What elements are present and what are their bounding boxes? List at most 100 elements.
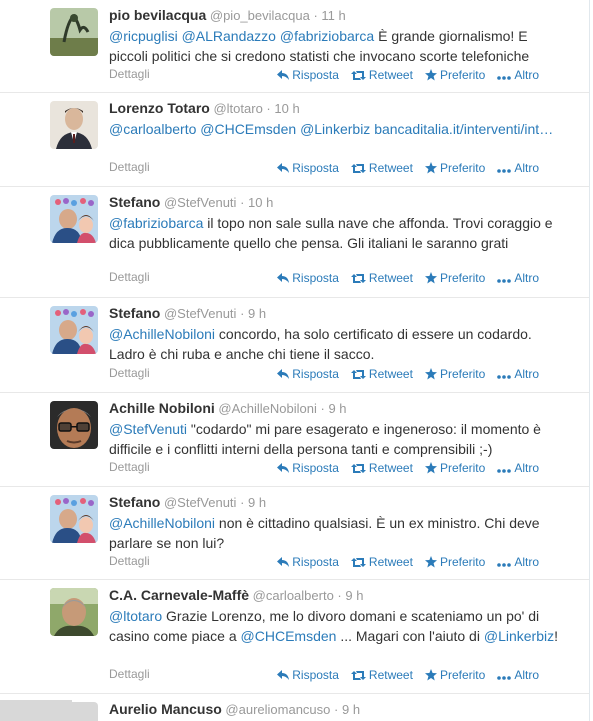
retweet-label: Retweet — [368, 68, 413, 82]
mention-link[interactable]: @ltotaro — [109, 608, 162, 624]
tweet[interactable]: Lorenzo Totaro @ltotaro · 10 h @carloalbe… — [0, 93, 589, 187]
tweet-fullname[interactable]: pio bevilacqua — [109, 7, 206, 23]
tweet-timestamp[interactable]: 11 h — [321, 8, 345, 23]
mention-link[interactable]: @StefVenuti — [109, 421, 187, 437]
tweet-username[interactable]: @StefVenuti — [164, 306, 236, 321]
tweet-fullname[interactable]: Achille Nobiloni — [109, 400, 215, 416]
more-button[interactable]: Altro — [497, 367, 539, 381]
more-button[interactable]: Altro — [497, 161, 539, 175]
tweet-timestamp[interactable]: 9 h — [248, 495, 266, 510]
tweet-timestamp[interactable]: 9 h — [345, 588, 363, 603]
mention-link[interactable]: @CHCEmsden — [200, 121, 296, 137]
favorite-button[interactable]: Preferito — [424, 461, 485, 475]
mention-link[interactable]: @ricpuglisi — [109, 28, 178, 44]
tweet-username[interactable]: @ltotaro — [213, 101, 262, 116]
mention-link[interactable]: @carloalberto — [109, 121, 196, 137]
avatar[interactable] — [50, 101, 98, 149]
details-link[interactable]: Dettagli — [109, 270, 150, 284]
avatar[interactable] — [50, 401, 98, 449]
more-button[interactable]: Altro — [497, 668, 539, 682]
retweet-icon — [350, 68, 369, 82]
tweet-content: C.A. Carnevale-Maffè @carloalberto · 9 h… — [109, 586, 569, 646]
tweet[interactable]: C.A. Carnevale-Maffè @carloalberto · 9 h… — [0, 580, 589, 694]
tweet-fullname[interactable]: C.A. Carnevale-Maffè — [109, 587, 249, 603]
reply-button[interactable]: Risposta — [277, 461, 339, 475]
details-link[interactable]: Dettagli — [109, 460, 150, 474]
retweet-button[interactable]: Retweet — [350, 161, 413, 175]
mention-link[interactable]: @AchilleNobiloni — [109, 515, 215, 531]
favorite-label: Preferito — [439, 367, 486, 381]
tweet[interactable]: Stefano @StefVenuti · 9 h @AchilleNobilon… — [0, 487, 589, 580]
retweet-icon — [350, 668, 369, 682]
avatar[interactable] — [50, 306, 98, 354]
star-icon — [424, 271, 440, 285]
tweet[interactable]: Achille Nobiloni @AchilleNobiloni · 9 h @… — [0, 393, 589, 487]
details-link[interactable]: Dettagli — [109, 667, 150, 681]
mention-link[interactable]: @Linkerbiz — [300, 121, 370, 137]
reply-button[interactable]: Risposta — [277, 161, 339, 175]
favorite-button[interactable]: Preferito — [424, 271, 485, 285]
tweet-header: Aurelio Mancuso @aureliomancuso · 9 h — [109, 700, 569, 719]
tweet-username[interactable]: @carloalberto — [253, 588, 334, 603]
avatar[interactable] — [50, 588, 98, 636]
tweet-fullname[interactable]: Stefano — [109, 494, 160, 510]
tweet-username[interactable]: @StefVenuti — [164, 195, 236, 210]
tweet-username[interactable]: @aureliomancuso — [225, 702, 330, 717]
reply-button[interactable]: Risposta — [277, 68, 339, 82]
tweet-fullname[interactable]: Aurelio Mancuso — [109, 701, 222, 717]
favorite-button[interactable]: Preferito — [424, 68, 485, 82]
more-button[interactable]: Altro — [497, 555, 539, 569]
reply-button[interactable]: Risposta — [277, 668, 339, 682]
more-button[interactable]: Altro — [497, 461, 539, 475]
reply-button[interactable]: Risposta — [277, 555, 339, 569]
tweet-username[interactable]: @StefVenuti — [164, 495, 236, 510]
tweet-timestamp[interactable]: 9 h — [342, 702, 360, 717]
tweet-fullname[interactable]: Stefano — [109, 194, 160, 210]
details-link[interactable]: Dettagli — [109, 554, 150, 568]
tweet-timestamp[interactable]: 9 h — [328, 401, 346, 416]
favorite-button[interactable]: Preferito — [424, 555, 485, 569]
tweet-username[interactable]: @pio_bevilacqua — [210, 8, 310, 23]
avatar[interactable] — [50, 8, 98, 56]
tweet-fullname[interactable]: Stefano — [109, 305, 160, 321]
details-link[interactable]: Dettagli — [109, 160, 150, 174]
details-link[interactable]: Dettagli — [109, 366, 150, 380]
favorite-button[interactable]: Preferito — [424, 367, 486, 381]
tweet[interactable]: Stefano @StefVenuti · 10 h @fabriziobarca… — [0, 187, 589, 298]
tweet-username[interactable]: @AchilleNobiloni — [218, 401, 316, 416]
tweet[interactable]: pio bevilacqua @pio_bevilacqua · 11 h @ri… — [0, 0, 589, 93]
mention-link[interactable]: @AchilleNobiloni — [109, 326, 215, 342]
reply-button[interactable]: Risposta — [277, 271, 339, 285]
tweet-timestamp[interactable]: 10 h — [274, 101, 299, 116]
mention-link[interactable]: @ALRandazzo — [182, 28, 276, 44]
reply-icon — [277, 668, 292, 682]
retweet-button[interactable]: Retweet — [350, 271, 413, 285]
tweet-content: Achille Nobiloni @AchilleNobiloni · 9 h @… — [109, 399, 569, 459]
favorite-button[interactable]: Preferito — [424, 668, 485, 682]
details-link[interactable]: Dettagli — [109, 67, 150, 81]
tweet-fullname[interactable]: Lorenzo Totaro — [109, 100, 210, 116]
mention-link[interactable]: @fabriziobarca — [109, 215, 203, 231]
mention-link[interactable]: bancaditalia.it/interventi/int… — [374, 121, 553, 137]
more-button[interactable]: Altro — [497, 271, 539, 285]
mention-link[interactable]: @fabriziobarca — [280, 28, 374, 44]
mention-link[interactable]: @Linkerbiz — [484, 628, 554, 644]
mention-link[interactable]: @CHCEmsden — [241, 628, 337, 644]
separator-dot: · — [240, 195, 245, 210]
tweet-timestamp[interactable]: 10 h — [248, 195, 273, 210]
tweet[interactable]: Aurelio Mancuso @aureliomancuso · 9 h — [0, 694, 589, 721]
tweet-text: @fabriziobarca il topo non sale sulla na… — [109, 213, 569, 253]
favorite-button[interactable]: Preferito — [424, 161, 485, 175]
avatar[interactable] — [50, 195, 98, 243]
avatar[interactable] — [50, 495, 98, 543]
retweet-button[interactable]: Retweet — [350, 461, 413, 475]
retweet-icon — [350, 367, 369, 381]
retweet-button[interactable]: Retweet — [350, 68, 413, 82]
more-button[interactable]: Altro — [497, 68, 539, 82]
reply-button[interactable]: Risposta — [277, 367, 339, 381]
retweet-button[interactable]: Retweet — [350, 668, 413, 682]
retweet-button[interactable]: Retweet — [350, 555, 413, 569]
retweet-button[interactable]: Retweet — [350, 367, 413, 381]
tweet-timestamp[interactable]: 9 h — [248, 306, 266, 321]
tweet[interactable]: Stefano @StefVenuti · 9 h @AchilleNobilon… — [0, 298, 589, 393]
